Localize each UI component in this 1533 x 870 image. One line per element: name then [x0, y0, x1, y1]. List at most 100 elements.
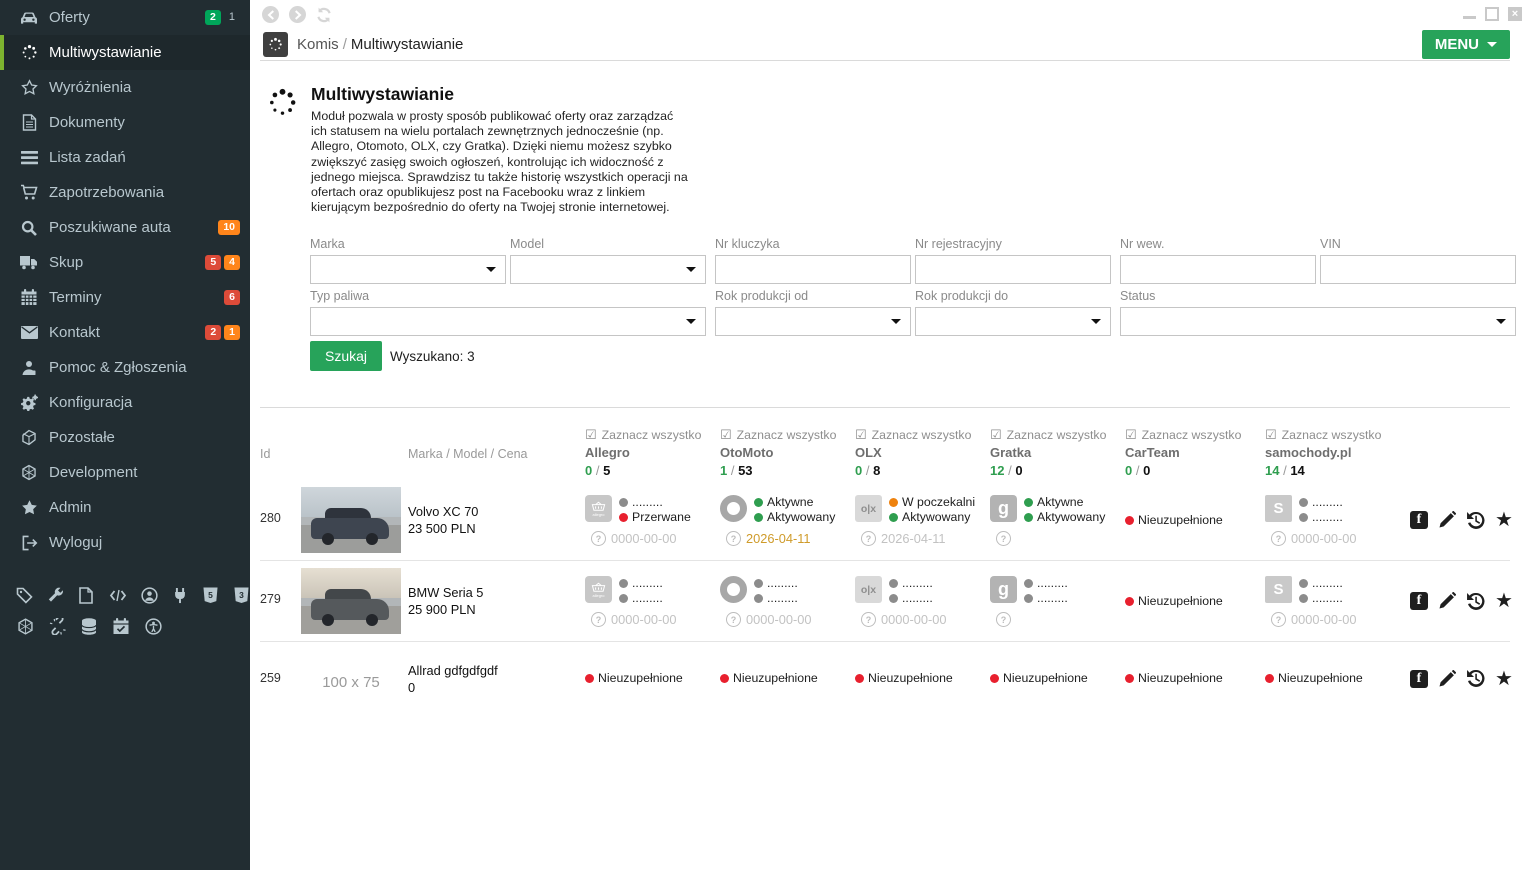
publish-date: ?2026-04-11: [726, 531, 855, 546]
count-separator: /: [592, 463, 603, 478]
select-all-samochody-pl-checkbox[interactable]: ☑Zaznacz wszystko: [1265, 428, 1405, 442]
user-circle-icon[interactable]: [141, 586, 158, 604]
hexagon-nodes-icon[interactable]: [16, 617, 34, 635]
menu-button[interactable]: MENU: [1422, 30, 1510, 59]
edit-icon[interactable]: [1438, 511, 1456, 529]
module-description: Moduł pozwala w prosty sposób publikować…: [311, 109, 691, 215]
select-all-otomoto-checkbox[interactable]: ☑Zaznacz wszystko: [720, 428, 855, 442]
status-select[interactable]: [1120, 307, 1516, 336]
close-icon[interactable]: ×: [1508, 7, 1522, 21]
favorite-icon[interactable]: ★: [1495, 670, 1513, 688]
select-all-allegro-checkbox[interactable]: ☑Zaznacz wszystko: [585, 428, 720, 442]
sidebar-item-terminy[interactable]: Terminy 6: [0, 280, 250, 315]
portal-cell-olx: Nieuzupełnione: [855, 642, 990, 715]
allegro-icon: allegro: [585, 576, 612, 603]
sidebar-item-dokumenty[interactable]: Dokumenty: [0, 105, 250, 140]
portal-counts: 12 / 0: [990, 463, 1125, 478]
status-dot-gray: [754, 579, 763, 588]
forward-icon[interactable]: [289, 6, 306, 23]
sidebar-item-oferty[interactable]: Oferty 21: [0, 0, 250, 35]
sidebar-item-konfiguracja[interactable]: Konfiguracja: [0, 385, 250, 420]
photo-cell: [301, 561, 408, 641]
history-icon[interactable]: [1466, 511, 1485, 530]
select-all-carteam-checkbox[interactable]: ☑Zaznacz wszystko: [1125, 428, 1265, 442]
sidebar-item-wyloguj[interactable]: Wyloguj: [0, 525, 250, 560]
breadcrumb-section[interactable]: Komis: [297, 36, 339, 53]
status-line: .........: [754, 576, 798, 591]
minimize-icon[interactable]: [1463, 16, 1476, 19]
field-label: VIN: [1320, 237, 1516, 251]
sidebar-item-kontakt[interactable]: Kontakt 21: [0, 315, 250, 350]
back-icon[interactable]: [262, 6, 279, 23]
sidebar-item-development[interactable]: Development: [0, 455, 250, 490]
status-line: .........: [1299, 591, 1343, 606]
status-text: .........: [767, 576, 798, 591]
file-icon[interactable]: [78, 586, 95, 604]
marka-select[interactable]: [310, 255, 506, 284]
maximize-icon[interactable]: [1485, 7, 1499, 21]
vin-input[interactable]: [1321, 256, 1515, 283]
badge: 5: [205, 255, 221, 270]
status-line: .........: [889, 576, 933, 591]
date-text: 0000-00-00: [1291, 612, 1356, 627]
field-nr-wew: Nr wew.: [1120, 237, 1316, 284]
code-icon[interactable]: [109, 586, 127, 604]
sidebar-item-skup[interactable]: Skup 54: [0, 245, 250, 280]
sidebar-item-zapotrzebowania[interactable]: Zapotrzebowania: [0, 175, 250, 210]
css3-icon[interactable]: 3: [233, 586, 250, 604]
status-text: .........: [632, 591, 663, 606]
facebook-icon[interactable]: f: [1410, 670, 1428, 688]
nr-wew-input[interactable]: [1121, 256, 1315, 283]
count-separator: /: [862, 463, 873, 478]
otomoto-icon: [720, 576, 747, 603]
tag-icon[interactable]: [16, 586, 33, 604]
unlink-icon[interactable]: [48, 617, 66, 635]
history-icon[interactable]: [1466, 669, 1485, 688]
table-row: 279BMW Seria 525 900 PLNallegro.........…: [260, 560, 1510, 641]
nr-rejestracyjny-input[interactable]: [916, 256, 1110, 283]
szukaj-button[interactable]: Szukaj: [310, 341, 382, 371]
browser-nav: [262, 6, 332, 23]
rok-produkcji-od-select[interactable]: [715, 307, 911, 336]
history-icon[interactable]: [1466, 592, 1485, 611]
question-icon: ?: [996, 612, 1011, 627]
sidebar-item-pomoc-zgloszenia[interactable]: Pomoc & Zgłoszenia: [0, 350, 250, 385]
car-name: Volvo XC 70: [408, 503, 585, 520]
badge-group: 21: [205, 10, 240, 25]
favorite-icon[interactable]: ★: [1495, 592, 1513, 610]
sidebar-item-wyroznienia[interactable]: Wyróżnienia: [0, 70, 250, 105]
plug-icon[interactable]: [172, 586, 189, 604]
portal-cell-carteam: Nieuzupełnione: [1125, 561, 1265, 641]
olx-icon: o|x: [855, 495, 882, 522]
facebook-icon[interactable]: f: [1410, 592, 1428, 610]
select-all-gratka-checkbox[interactable]: ☑Zaznacz wszystko: [990, 428, 1125, 442]
question-icon: ?: [1271, 531, 1286, 546]
edit-icon[interactable]: [1438, 670, 1456, 688]
accessibility-icon[interactable]: [144, 617, 162, 635]
sidebar-item-multiwystawianie[interactable]: Multiwystawianie: [0, 35, 250, 70]
car-cell: Allrad gdfgdfgdf0: [408, 642, 585, 715]
edit-icon[interactable]: [1438, 592, 1456, 610]
wrench-icon[interactable]: [47, 586, 64, 604]
model-select[interactable]: [510, 255, 706, 284]
calendar-check-icon[interactable]: [112, 617, 130, 635]
rok-produkcji-do-select[interactable]: [915, 307, 1111, 336]
status-text: .........: [1037, 576, 1068, 591]
database-icon[interactable]: [80, 617, 98, 635]
total-count: 14: [1290, 463, 1304, 478]
favorite-icon[interactable]: ★: [1495, 511, 1513, 529]
select-all-olx-checkbox[interactable]: ☑Zaznacz wszystko: [855, 428, 990, 442]
html5-icon[interactable]: 5: [203, 586, 220, 604]
typ-paliwa-select[interactable]: [310, 307, 706, 336]
status-dot-green: [1024, 513, 1033, 522]
refresh-icon[interactable]: [316, 7, 332, 23]
sidebar-item-admin[interactable]: Admin: [0, 490, 250, 525]
status-dot-gray: [889, 579, 898, 588]
sidebar-item-pozostale[interactable]: Pozostałe: [0, 420, 250, 455]
facebook-icon[interactable]: f: [1410, 511, 1428, 529]
nr-kluczyka-input[interactable]: [716, 256, 910, 283]
sidebar-item-lista-zadan[interactable]: Lista zadań: [0, 140, 250, 175]
sidebar-item-poszukiwane-auta[interactable]: Poszukiwane auta 10: [0, 210, 250, 245]
star-outline-icon: [18, 79, 40, 96]
status-line: Aktywne: [1024, 495, 1105, 510]
